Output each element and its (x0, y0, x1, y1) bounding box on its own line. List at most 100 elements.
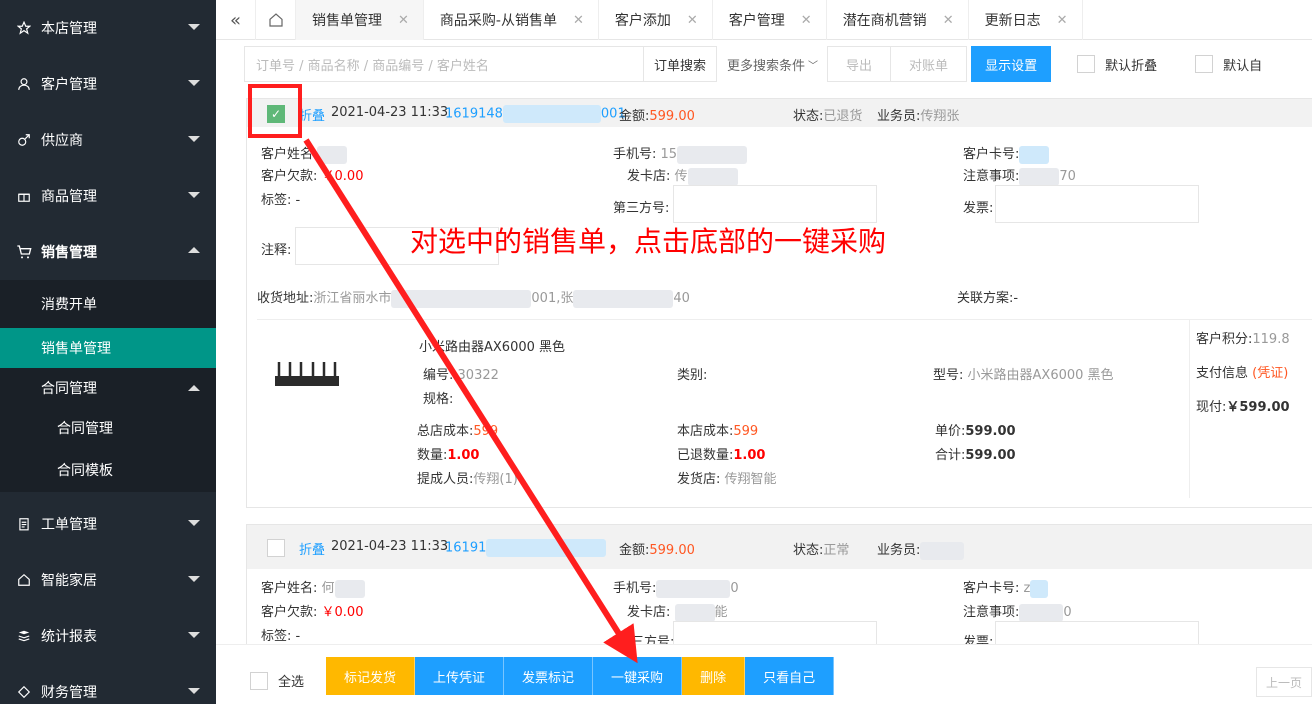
order-amount: 金额:599.00 (619, 539, 695, 558)
sidebar-subitem-contract-manage[interactable]: 合同管理 (0, 408, 216, 448)
highlight-box (248, 84, 302, 138)
product-spec: 规格: (423, 392, 454, 407)
collapse-sidebar-icon[interactable]: « (216, 0, 256, 40)
voucher-link[interactable]: (凭证) (1252, 366, 1288, 381)
order-header: ✓ 折叠 2021-04-23 11:33 1619148 001 金额:599.… (247, 99, 1312, 127)
order-number[interactable]: 1619148 001 (445, 105, 626, 123)
tab-customer-manage[interactable]: 客户管理 ✕ (713, 0, 827, 40)
close-icon[interactable]: ✕ (801, 13, 812, 28)
field-label: 注意事项: (963, 169, 1020, 184)
mark-shipped-button[interactable]: 标记发货 (326, 657, 416, 695)
search-input[interactable]: 订单号 / 商品名称 / 商品编号 / 客户姓名 (244, 46, 644, 82)
order-select-checkbox[interactable] (267, 539, 285, 557)
field-label: 数量: (417, 448, 448, 463)
close-icon[interactable]: ✕ (573, 13, 584, 28)
field-label: 单价: (935, 424, 966, 439)
chevron-up-icon (188, 247, 200, 253)
sidebar-subitem-contract-template[interactable]: 合同模板 (0, 448, 216, 492)
field-value: 599.00 (965, 424, 1016, 439)
upload-voucher-button[interactable]: 上传凭证 (415, 657, 505, 695)
close-icon[interactable]: ✕ (398, 13, 409, 28)
tab-customer-add[interactable]: 客户添加 ✕ (599, 0, 713, 40)
chevron-down-icon (188, 688, 200, 694)
field-value: 30322 (457, 368, 499, 383)
order-number-start: 1619148 (445, 106, 503, 122)
prev-page-button[interactable]: 上一页 (1256, 667, 1312, 697)
export-button[interactable]: 导出 (827, 46, 892, 82)
third-party-label: 第三方号: (613, 201, 670, 216)
delete-button[interactable]: 删除 (682, 657, 746, 695)
field-label: 标签: (261, 629, 292, 644)
tab-potential-marketing[interactable]: 潜在商机营销 ✕ (827, 0, 969, 40)
field-label: 已退数量: (677, 448, 734, 463)
sidebar-item-supplier[interactable]: 供应商 (0, 112, 216, 168)
sidebar-item-reports[interactable]: 统计报表 (0, 608, 216, 664)
reconcile-button[interactable]: 对账单 (890, 46, 968, 82)
tab-changelog[interactable]: 更新日志 ✕ (969, 0, 1083, 40)
invoice-input[interactable] (995, 185, 1199, 223)
checkbox[interactable] (1195, 55, 1214, 73)
select-all-checkbox[interactable]: 全选 (250, 671, 304, 690)
sidebar-subitem-label: 合同管理 (41, 381, 97, 397)
order-header: 折叠 2021-04-23 11:33 16191 金额:599.00 状态:正… (247, 525, 1312, 569)
sidebar-subitem-sales-orders[interactable]: 销售单管理 (0, 328, 216, 368)
tab-sales-orders[interactable]: 销售单管理 ✕ (296, 0, 424, 40)
sidebar-subitem-contract[interactable]: 合同管理 (0, 368, 216, 408)
close-icon[interactable]: ✕ (687, 13, 698, 28)
more-conditions-dropdown[interactable]: 更多搜索条件 ﹀ (717, 46, 828, 82)
default-self-checkbox[interactable]: 默认自 (1195, 55, 1262, 74)
order-search-button[interactable]: 订单搜索 (644, 46, 718, 82)
field-value: 001,张 (531, 291, 574, 306)
fold-link[interactable]: 折叠 (299, 539, 325, 558)
order-number[interactable]: 16191 (445, 539, 607, 557)
sidebar-item-customer[interactable]: 客户管理 (0, 56, 216, 112)
close-icon[interactable]: ✕ (943, 13, 954, 28)
sidebar-item-finance[interactable]: 财务管理 (0, 664, 216, 704)
only-mine-button[interactable]: 只看自己 (745, 657, 835, 695)
field-label: 现付: (1196, 400, 1227, 415)
third-party-input[interactable] (673, 185, 877, 223)
tab-purchase-from-sales[interactable]: 商品采购-从销售单 ✕ (424, 0, 599, 40)
unit-price: 单价:599.00 (935, 420, 1016, 439)
field-label: 型号: (933, 368, 964, 383)
sidebar-item-workorder[interactable]: 工单管理 (0, 496, 216, 552)
amount-label: 金额: (619, 109, 650, 124)
display-settings-button[interactable]: 显示设置 (971, 46, 1052, 82)
invoice-mark-button[interactable]: 发票标记 (504, 657, 594, 695)
field-value: 能 (714, 605, 728, 620)
sidebar-subitem-label: 合同模板 (57, 463, 113, 479)
field-label: 手机号: (613, 147, 657, 162)
invoice-input[interactable] (995, 621, 1199, 644)
field-label: 编号: (423, 368, 454, 383)
field-label: 提成人员: (417, 472, 474, 487)
default-fold-checkbox[interactable]: 默认折叠 (1077, 55, 1157, 74)
invoice-label: 发票: (963, 201, 994, 216)
checkbox[interactable] (1077, 55, 1096, 73)
field-value: 119.8 (1252, 332, 1290, 347)
field-value: 传翔智能 (724, 472, 777, 487)
chevron-down-icon (188, 632, 200, 638)
sidebar-item-smarthome[interactable]: 智能家居 (0, 552, 216, 608)
field-label: 客户卡号: (963, 581, 1020, 596)
sidebar-item-label: 智能家居 (41, 573, 97, 589)
home-tab-icon[interactable] (256, 0, 296, 40)
sidebar-subitem-consume[interactable]: 消费开单 (0, 280, 216, 328)
tab-label: 潜在商机营销 (842, 13, 927, 29)
field-label: 支付信息 (1196, 366, 1249, 381)
chevron-down-icon (188, 136, 200, 142)
field-value: 599 (733, 424, 759, 439)
third-party-input[interactable] (673, 621, 877, 644)
checkbox[interactable] (250, 671, 268, 690)
fold-link[interactable]: 折叠 (299, 105, 325, 124)
sidebar-item-store[interactable]: 本店管理 (0, 0, 216, 56)
sidebar-item-label: 本店管理 (41, 21, 97, 37)
product-name: 小米路由器AX6000 黑色 (419, 340, 566, 355)
sidebar-item-sales[interactable]: 销售管理 (0, 224, 216, 280)
field-value: 传翔 (473, 472, 500, 487)
close-icon[interactable]: ✕ (1057, 13, 1068, 28)
one-click-purchase-button[interactable]: 一键采购 (593, 657, 683, 695)
sidebar-item-goods[interactable]: 商品管理 (0, 168, 216, 224)
clipboard-icon (16, 516, 32, 532)
order-datetime: 2021-04-23 11:33 (331, 105, 449, 120)
notes: 注意事项: 70 (963, 165, 1076, 186)
